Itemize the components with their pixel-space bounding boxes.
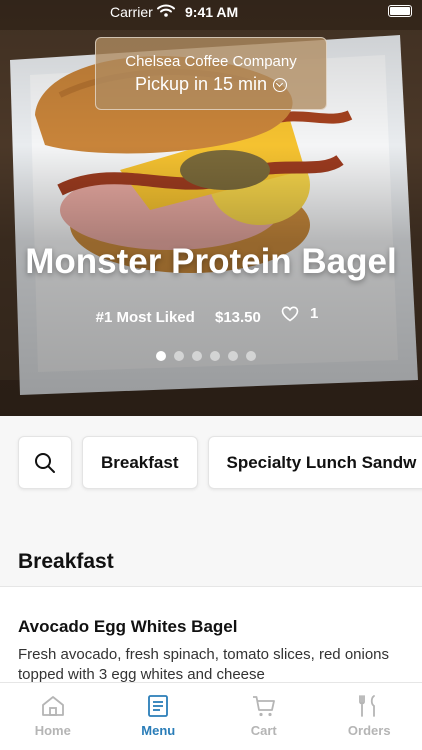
tab-orders-label: Orders [347, 723, 391, 738]
pickup-time: Pickup in 15 min [134, 74, 288, 95]
pickup-time-label: Pickup in 15 min [134, 74, 268, 94]
carousel-dots[interactable] [156, 351, 256, 361]
menu-icon [148, 695, 169, 717]
carousel-dot[interactable] [156, 351, 166, 361]
price-label: $13.50 [214, 308, 261, 326]
menu-item-card[interactable]: Avocado Egg Whites Bagel Fresh avocado, … [0, 587, 422, 687]
like-count: 1 [310, 305, 319, 322]
menu-item-description: Fresh avocado, fresh spinach, tomato sli… [18, 646, 390, 683]
carousel-dot[interactable] [246, 351, 256, 361]
tab-menu[interactable]: Menu [106, 683, 212, 750]
carousel-dot[interactable] [210, 351, 220, 361]
tab-orders[interactable]: Orders [317, 683, 422, 750]
carousel-dot[interactable] [228, 351, 238, 361]
menu-item-name: Avocado Egg Whites Bagel [18, 617, 238, 636]
tab-home[interactable]: Home [0, 683, 106, 750]
category-chip-breakfast[interactable]: Breakfast [82, 436, 198, 489]
tab-cart-label: Cart [250, 723, 277, 738]
cart-icon [252, 696, 275, 717]
clock-time: 9:41 AM [185, 4, 239, 20]
tab-cart[interactable]: Cart [211, 683, 317, 750]
section-title: Breakfast [18, 550, 114, 573]
tab-home-label: Home [34, 723, 71, 738]
category-chips: Breakfast Specialty Lunch Sandw [18, 436, 422, 489]
carrier-label: Carrier [110, 4, 153, 20]
home-icon [41, 696, 64, 716]
tab-menu-label: Menu [141, 723, 176, 738]
status-bar: Carrier 9:41 AM [0, 0, 422, 24]
tab-bar: Home Menu Cart Orders [0, 682, 422, 750]
featured-item-meta: #1 Most Liked $13.50 1 [0, 305, 422, 326]
hero-banner[interactable]: Carrier 9:41 AM Chelsea Coffee Company P… [0, 0, 422, 416]
search-button[interactable] [18, 436, 72, 489]
battery-icon [388, 5, 412, 17]
wifi-icon [157, 4, 175, 17]
heart-icon [281, 305, 299, 321]
rank-label: #1 Most Liked [95, 308, 195, 326]
chevron-down-icon [273, 77, 288, 92]
featured-item-title: Monster Protein Bagel [25, 242, 397, 281]
carousel-dot[interactable] [174, 351, 184, 361]
orders-icon [359, 695, 376, 717]
carousel-dot[interactable] [192, 351, 202, 361]
category-chip-specialty-lunch[interactable]: Specialty Lunch Sandw [207, 436, 422, 489]
search-icon [35, 452, 55, 473]
pickup-selector[interactable]: Chelsea Coffee Company Pickup in 15 min [95, 37, 327, 110]
like-button[interactable]: 1 [281, 305, 326, 322]
store-name: Chelsea Coffee Company [125, 53, 297, 70]
